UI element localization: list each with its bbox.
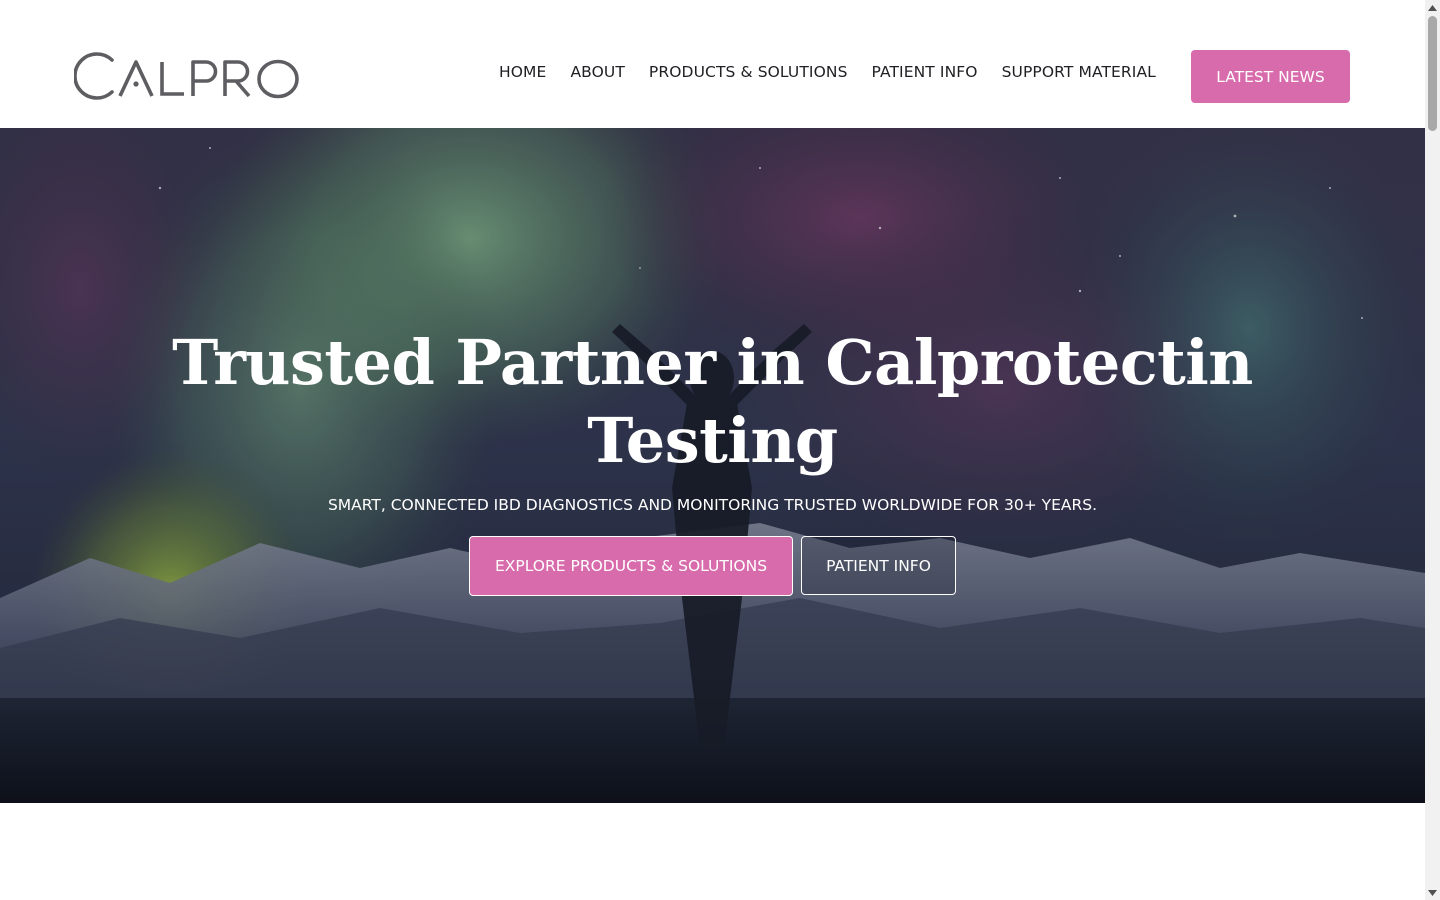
scroll-thumb[interactable] — [1428, 16, 1437, 131]
hero-title: Trusted Partner in Calprotectin Testing — [150, 324, 1275, 480]
latest-news-button[interactable]: LATEST NEWS — [1191, 50, 1350, 103]
nav-products-solutions[interactable]: PRODUCTS & SOLUTIONS — [637, 63, 860, 81]
explore-products-button[interactable]: EXPLORE PRODUCTS & SOLUTIONS — [469, 536, 793, 596]
hero-title-line1: Trusted Partner in Calprotectin — [172, 326, 1253, 399]
nav-home[interactable]: HOME — [487, 63, 558, 81]
hero-subtitle: SMART, CONNECTED IBD DIAGNOSTICS AND MON… — [327, 496, 1098, 514]
page: CALPRO HOME ABOUT PRODUCTS & SOLUTIONS — [0, 0, 1425, 900]
site-header: CALPRO HOME ABOUT PRODUCTS & SOLUTIONS — [0, 0, 1425, 128]
nav-support-material[interactable]: SUPPORT MATERIAL — [990, 63, 1168, 81]
scroll-down-icon[interactable] — [1425, 885, 1440, 900]
patient-info-button[interactable]: PATIENT INFO — [801, 536, 956, 595]
main-nav: HOME ABOUT PRODUCTS & SOLUTIONS PATIENT … — [487, 58, 1168, 86]
nav-patient-info[interactable]: PATIENT INFO — [860, 63, 990, 81]
calpro-logo[interactable]: CALPRO — [74, 46, 302, 106]
page-scrollbar[interactable] — [1425, 0, 1440, 900]
hero: Trusted Partner in Calprotectin Testing … — [0, 128, 1425, 803]
hero-title-line2: Testing — [587, 404, 838, 477]
nav-about[interactable]: ABOUT — [558, 63, 636, 81]
hero-cta-row: EXPLORE PRODUCTS & SOLUTIONS PATIENT INF… — [469, 536, 956, 596]
scroll-up-icon[interactable] — [1425, 0, 1440, 15]
calpro-logo-mark — [74, 52, 299, 100]
